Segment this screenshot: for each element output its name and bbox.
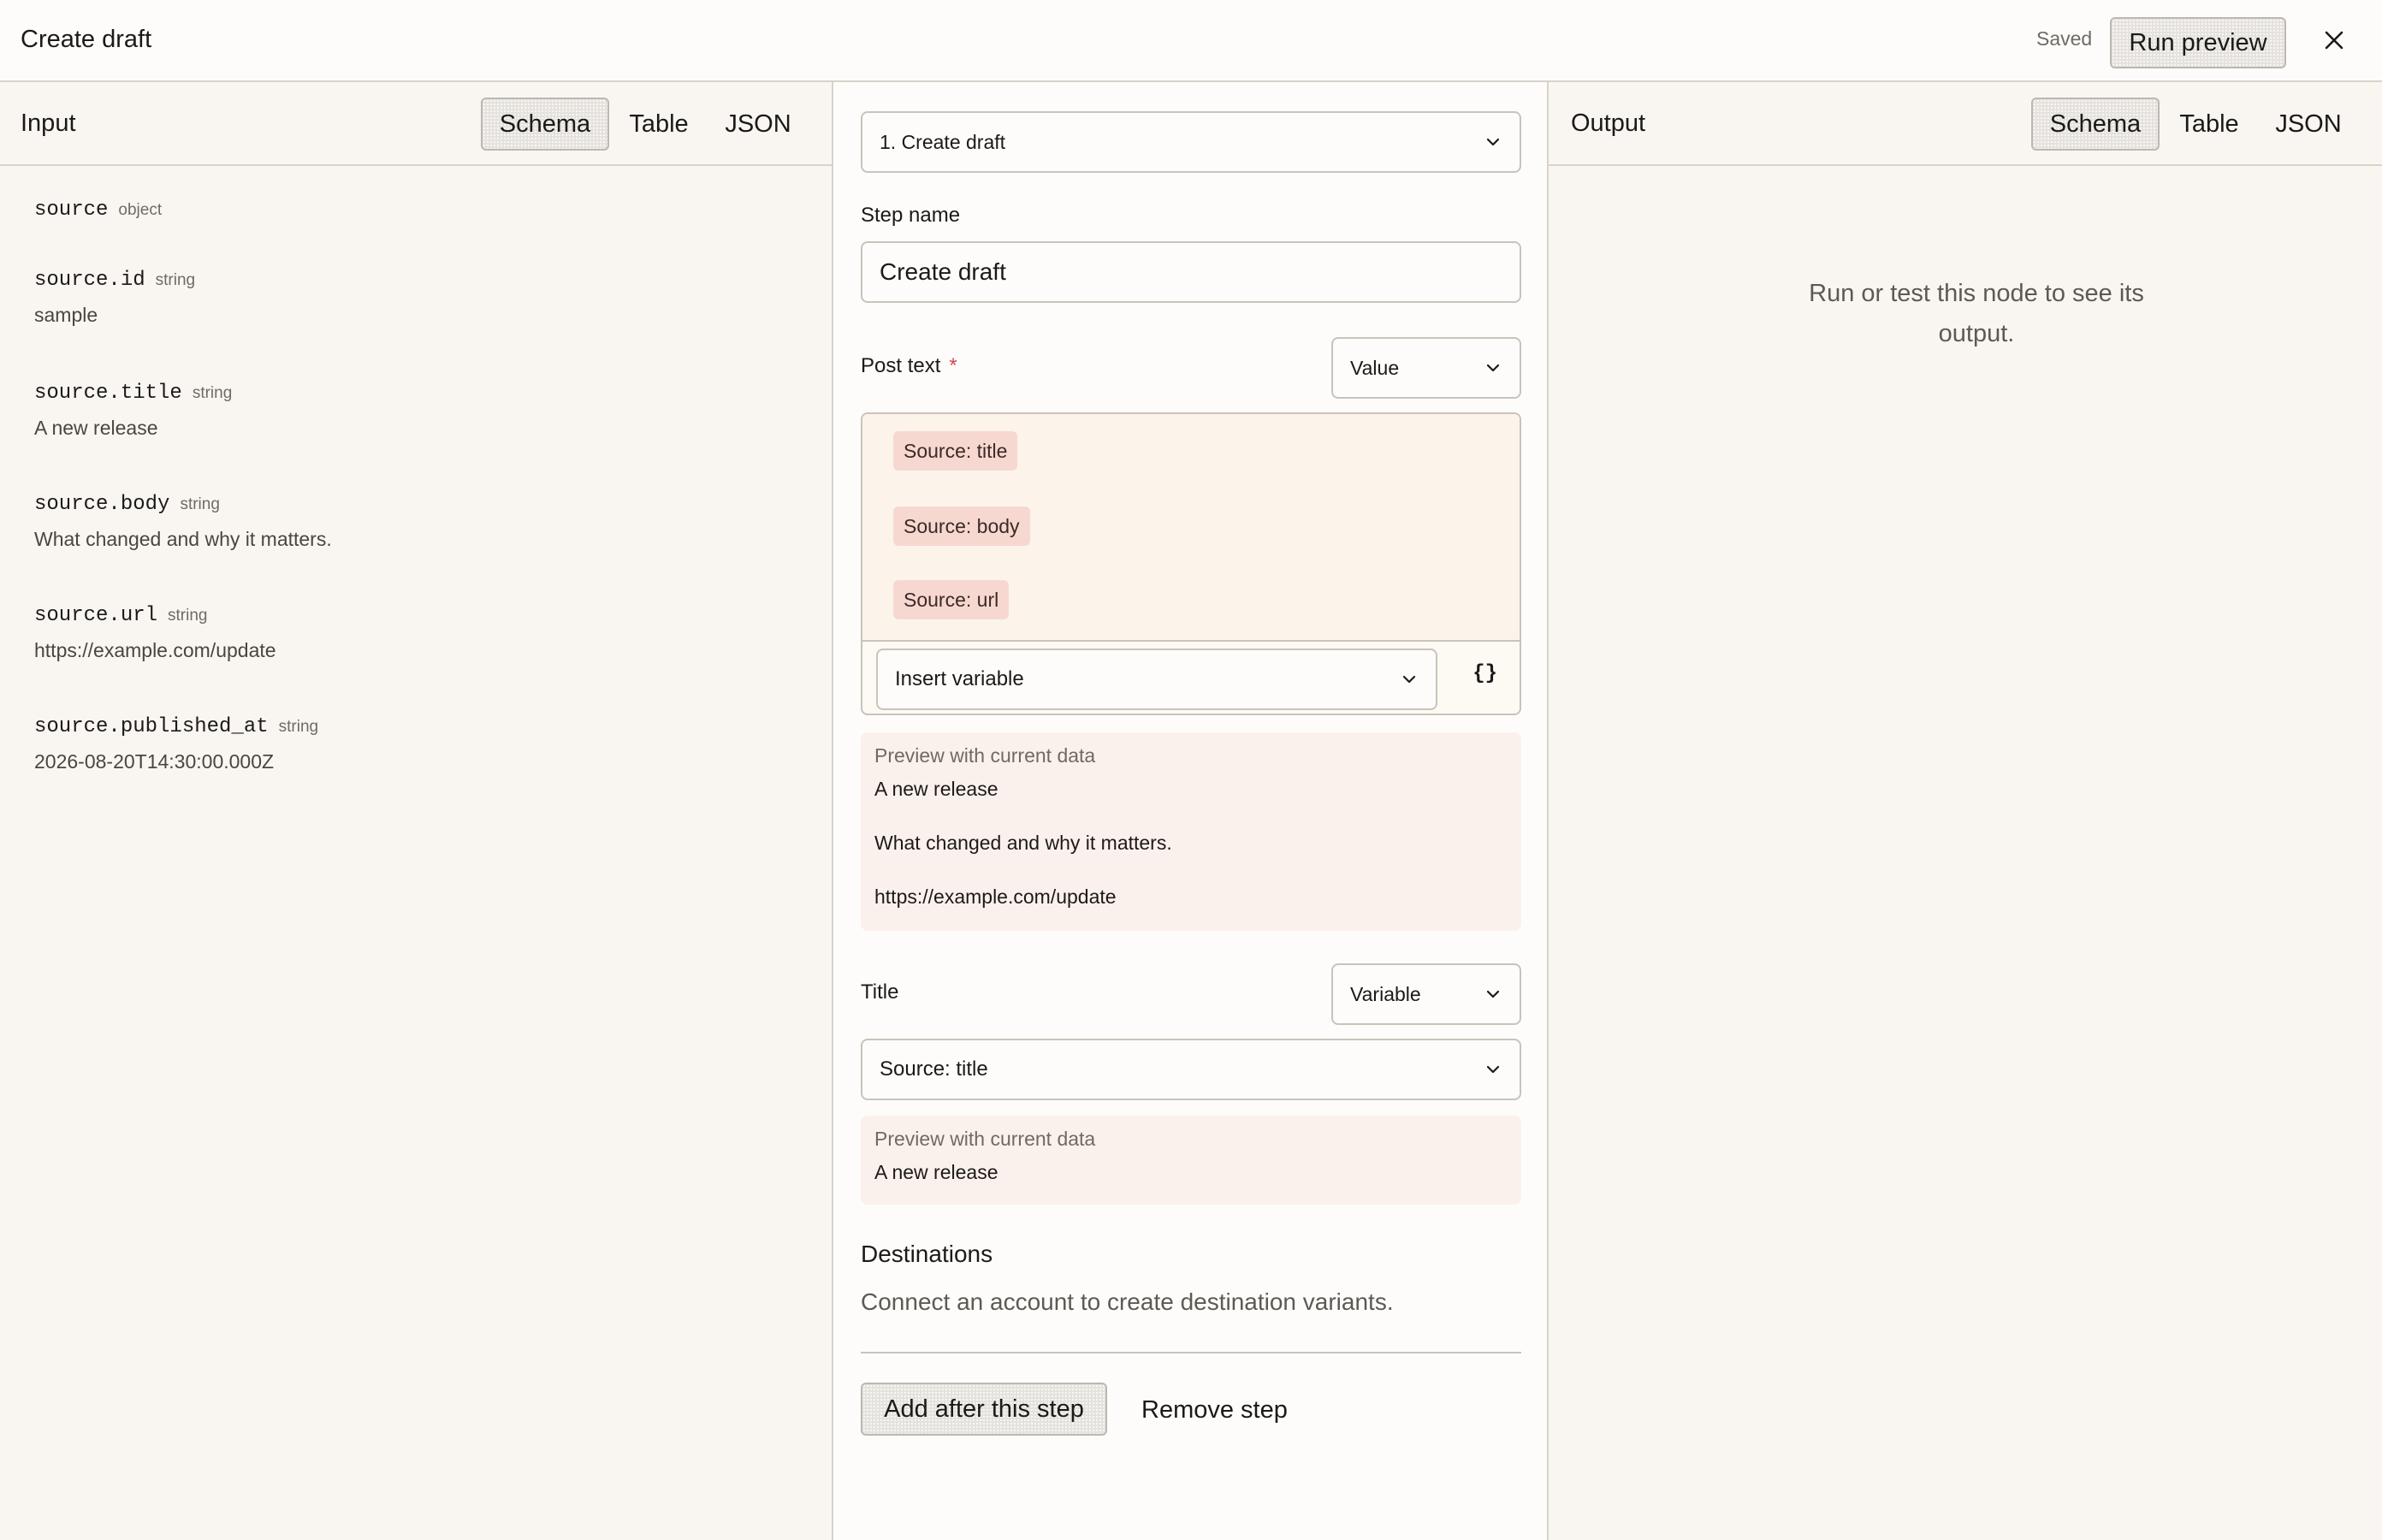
- schema-field: source object: [34, 198, 162, 222]
- step-name-value: Create draft: [880, 258, 1006, 285]
- title-variable-select[interactable]: Source: title: [861, 1039, 1521, 1100]
- close-icon[interactable]: [2319, 22, 2349, 58]
- top-bar: Create draft Saved Run preview: [0, 0, 2382, 82]
- destinations-heading: Destinations: [861, 1241, 993, 1267]
- post-text-preview: Preview with current data A new release …: [861, 732, 1521, 931]
- dialog-title: Create draft: [21, 26, 152, 53]
- insert-variable-placeholder: Insert variable: [895, 667, 1024, 690]
- step-selector[interactable]: 1. Create draft: [861, 111, 1521, 173]
- chevron-down-icon: [1402, 675, 1416, 684]
- chevron-down-icon: [1486, 1065, 1500, 1074]
- variable-token[interactable]: Source: body: [893, 506, 1030, 546]
- preview-line: What changed and why it matters.: [874, 832, 1172, 854]
- field-type: string: [180, 495, 220, 513]
- field-value: A new release: [34, 417, 158, 439]
- title-variable-value: Source: title: [880, 1057, 988, 1081]
- schema-field: source.id string sample: [34, 269, 195, 327]
- chevron-down-icon: [1486, 364, 1500, 372]
- post-text-editor[interactable]: Source: title Source: body Source: url I…: [861, 412, 1521, 715]
- field-value: 2026-08-20T14:30:00.000Z: [34, 750, 275, 773]
- field-name: source.body: [34, 493, 170, 516]
- chevron-down-icon: [1486, 138, 1500, 146]
- step-config-panel: 1. Create draft Step name Create draft P…: [832, 82, 1549, 1540]
- token-area[interactable]: Source: title Source: body Source: url: [862, 414, 1520, 642]
- schema-field: source.published_at string 2026-08-20T14:…: [34, 715, 318, 773]
- title-field-label: Title: [861, 980, 899, 1004]
- post-text-label-text: Post text: [861, 354, 941, 377]
- schema-field: source.title string A new release: [34, 382, 232, 440]
- field-name: source.url: [34, 604, 158, 627]
- chevron-down-icon: [1486, 990, 1500, 998]
- input-panel-title: Input: [21, 110, 76, 137]
- preview-label: Preview with current data: [874, 744, 1096, 767]
- remove-step-button[interactable]: Remove step: [1141, 1396, 1288, 1424]
- post-text-mode-select[interactable]: Value: [1331, 337, 1521, 399]
- output-tab-schema[interactable]: Schema: [2031, 98, 2160, 151]
- save-status: Saved: [2036, 27, 2093, 50]
- step-selector-value: 1. Create draft: [880, 130, 1006, 153]
- output-empty-message: Run or test this node to see its output.: [1809, 280, 2144, 347]
- divider: [861, 1352, 1521, 1353]
- field-type: string: [168, 607, 208, 625]
- input-tab-json[interactable]: JSON: [715, 98, 801, 151]
- braces-icon[interactable]: {}: [1472, 662, 1497, 685]
- input-panel-header: Input Schema Table JSON: [0, 82, 832, 166]
- preview-label: Preview with current data: [874, 1128, 1096, 1150]
- insert-variable-select[interactable]: Insert variable: [876, 649, 1437, 710]
- output-panel-title: Output: [1571, 110, 1646, 137]
- field-type: string: [192, 384, 233, 402]
- title-preview: Preview with current data A new release: [861, 1116, 1521, 1205]
- preview-line: A new release: [874, 1161, 998, 1183]
- field-value: sample: [34, 304, 98, 326]
- output-panel: Output Schema Table JSON Run or test thi…: [1549, 82, 2382, 1540]
- step-name-label: Step name: [861, 204, 961, 227]
- required-marker: *: [949, 354, 957, 377]
- field-name: source.published_at: [34, 715, 269, 738]
- destinations-text: Connect an account to create destination…: [861, 1288, 1394, 1315]
- preview-line: A new release: [874, 778, 998, 800]
- field-name: source.title: [34, 382, 182, 405]
- field-value: What changed and why it matters.: [34, 528, 332, 550]
- input-tab-table[interactable]: Table: [616, 98, 702, 151]
- output-tab-table[interactable]: Table: [2166, 98, 2252, 151]
- field-value: https://example.com/update: [34, 639, 276, 661]
- schema-field: source.body string What changed and why i…: [34, 493, 332, 551]
- field-type: string: [278, 718, 319, 736]
- field-type: object: [118, 201, 163, 219]
- field-name: source: [34, 198, 109, 222]
- add-after-step-button[interactable]: Add after this step: [861, 1383, 1107, 1436]
- variable-token[interactable]: Source: url: [893, 580, 1010, 619]
- field-name: source.id: [34, 269, 145, 292]
- variable-token[interactable]: Source: title: [893, 431, 1018, 471]
- run-preview-button[interactable]: Run preview: [2110, 17, 2286, 68]
- title-mode-select[interactable]: Variable: [1331, 963, 1521, 1025]
- schema-field: source.url string https://example.com/upd…: [34, 604, 276, 662]
- field-type: string: [155, 271, 196, 289]
- input-tab-schema[interactable]: Schema: [481, 98, 609, 151]
- title-mode-value: Variable: [1350, 982, 1421, 1005]
- preview-line: https://example.com/update: [874, 886, 1117, 908]
- output-tab-json[interactable]: JSON: [2266, 98, 2351, 151]
- post-text-label: Post text *: [861, 354, 957, 378]
- output-panel-header: Output Schema Table JSON: [1549, 82, 2382, 166]
- step-name-input[interactable]: Create draft: [861, 241, 1521, 303]
- post-text-mode-value: Value: [1350, 356, 1400, 379]
- input-panel: Input Schema Table JSON source object sou…: [0, 82, 832, 1540]
